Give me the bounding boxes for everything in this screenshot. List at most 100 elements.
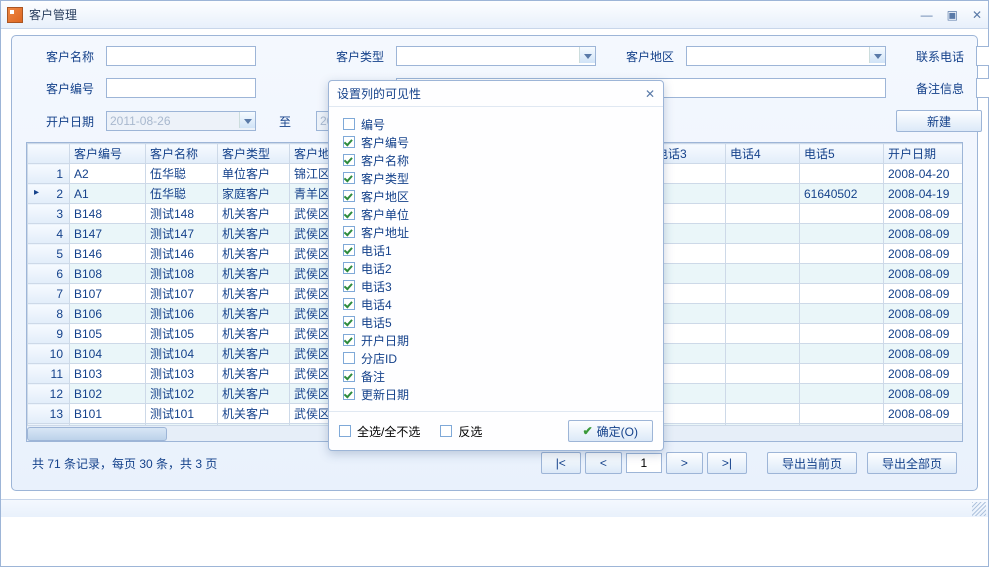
cell-phone5[interactable]: [800, 164, 884, 184]
cell-type[interactable]: 机关客户: [218, 204, 290, 224]
row-header-corner[interactable]: [28, 144, 70, 164]
checkbox-icon[interactable]: [343, 226, 355, 238]
row-header[interactable]: 1: [28, 164, 70, 184]
cell-date[interactable]: 2008-08-09: [884, 264, 964, 284]
column-check-item[interactable]: 分店ID: [343, 349, 649, 367]
cell-code[interactable]: B103: [70, 364, 146, 384]
column-check-item[interactable]: 电话3: [343, 277, 649, 295]
cell-date[interactable]: 2008-08-09: [884, 404, 964, 424]
row-header[interactable]: 3: [28, 204, 70, 224]
column-check-item[interactable]: 客户类型: [343, 169, 649, 187]
cell-type[interactable]: 机关客户: [218, 364, 290, 384]
column-check-item[interactable]: 客户名称: [343, 151, 649, 169]
cell-phone4[interactable]: [726, 344, 800, 364]
resize-grip[interactable]: [972, 502, 986, 516]
cell-name[interactable]: 测试103: [146, 364, 218, 384]
col-region[interactable]: 客户地: [290, 144, 334, 164]
row-header[interactable]: 8: [28, 304, 70, 324]
cell-phone4[interactable]: [726, 184, 800, 204]
cell-type[interactable]: 机关客户: [218, 344, 290, 364]
cell-phone5[interactable]: [800, 324, 884, 344]
cell-code[interactable]: B107: [70, 284, 146, 304]
checkbox-icon[interactable]: [343, 280, 355, 292]
cell-type[interactable]: 机关客户: [218, 264, 290, 284]
row-header[interactable]: 13: [28, 404, 70, 424]
page-next[interactable]: >: [666, 452, 703, 474]
cell-region[interactable]: 锦江区: [290, 164, 334, 184]
cell-type[interactable]: 机关客户: [218, 324, 290, 344]
cell-name[interactable]: 测试105: [146, 324, 218, 344]
cell-region[interactable]: 武侯区: [290, 344, 334, 364]
page-last[interactable]: >|: [707, 452, 747, 474]
cell-phone4[interactable]: [726, 244, 800, 264]
cell-date[interactable]: 2008-08-09: [884, 304, 964, 324]
checkbox-icon[interactable]: [343, 370, 355, 382]
cell-name[interactable]: 测试101: [146, 404, 218, 424]
row-header[interactable]: 5: [28, 244, 70, 264]
column-check-item[interactable]: 电话2: [343, 259, 649, 277]
cell-date[interactable]: 2008-08-09: [884, 284, 964, 304]
cell-region[interactable]: 武侯区: [290, 224, 334, 244]
cell-region[interactable]: 青羊区: [290, 184, 334, 204]
column-check-item[interactable]: 电话5: [343, 313, 649, 331]
cell-phone4[interactable]: [726, 324, 800, 344]
cell-code[interactable]: B105: [70, 324, 146, 344]
row-header[interactable]: 7: [28, 284, 70, 304]
cell-region[interactable]: 武侯区: [290, 384, 334, 404]
cell-code[interactable]: B148: [70, 204, 146, 224]
cell-type[interactable]: 机关客户: [218, 244, 290, 264]
cell-phone4[interactable]: [726, 404, 800, 424]
column-check-item[interactable]: 更新日期: [343, 385, 649, 403]
cell-region[interactable]: 武侯区: [290, 284, 334, 304]
cell-phone4[interactable]: [726, 204, 800, 224]
cell-phone4[interactable]: [726, 284, 800, 304]
page-prev[interactable]: <: [585, 452, 622, 474]
column-check-item[interactable]: 电话1: [343, 241, 649, 259]
cell-code[interactable]: B104: [70, 344, 146, 364]
cell-date[interactable]: 2008-08-09: [884, 324, 964, 344]
cell-phone5[interactable]: [800, 364, 884, 384]
cell-phone4[interactable]: [726, 264, 800, 284]
cell-phone4[interactable]: [726, 224, 800, 244]
cell-type[interactable]: 单位客户: [218, 164, 290, 184]
cell-phone4[interactable]: [726, 164, 800, 184]
cell-name[interactable]: 测试104: [146, 344, 218, 364]
checkbox-icon[interactable]: [343, 334, 355, 346]
cell-region[interactable]: 武侯区: [290, 244, 334, 264]
row-header[interactable]: 9: [28, 324, 70, 344]
row-header[interactable]: 10: [28, 344, 70, 364]
checkbox-icon[interactable]: [343, 190, 355, 202]
cell-code[interactable]: B146: [70, 244, 146, 264]
row-header[interactable]: 6: [28, 264, 70, 284]
cell-region[interactable]: 武侯区: [290, 324, 334, 344]
cell-phone5[interactable]: 61640502: [800, 184, 884, 204]
cell-phone5[interactable]: [800, 204, 884, 224]
checkbox-icon[interactable]: [343, 208, 355, 220]
input-code[interactable]: [106, 78, 256, 98]
cell-code[interactable]: B108: [70, 264, 146, 284]
col-type[interactable]: 客户类型: [218, 144, 290, 164]
cell-phone5[interactable]: [800, 404, 884, 424]
checkbox-icon[interactable]: [343, 298, 355, 310]
cell-code[interactable]: A1: [70, 184, 146, 204]
cell-phone4[interactable]: [726, 384, 800, 404]
cell-type[interactable]: 机关客户: [218, 224, 290, 244]
cell-type[interactable]: 机关客户: [218, 284, 290, 304]
cell-type[interactable]: 家庭客户: [218, 184, 290, 204]
column-check-item[interactable]: 备注: [343, 367, 649, 385]
cell-code[interactable]: B147: [70, 224, 146, 244]
invert-checkbox[interactable]: 反选: [440, 423, 482, 440]
column-check-item[interactable]: 开户日期: [343, 331, 649, 349]
row-header[interactable]: 4: [28, 224, 70, 244]
page-first[interactable]: |<: [541, 452, 581, 474]
new-button[interactable]: 新建: [896, 110, 982, 132]
cell-phone5[interactable]: [800, 304, 884, 324]
cell-date[interactable]: 2008-08-09: [884, 364, 964, 384]
cell-date[interactable]: 2008-08-09: [884, 244, 964, 264]
date-from[interactable]: [106, 111, 256, 131]
input-phone[interactable]: [976, 46, 989, 66]
checkbox-icon[interactable]: [343, 172, 355, 184]
export-current-button[interactable]: 导出当前页: [767, 452, 857, 474]
cell-name[interactable]: 测试107: [146, 284, 218, 304]
column-check-item[interactable]: 客户地址: [343, 223, 649, 241]
